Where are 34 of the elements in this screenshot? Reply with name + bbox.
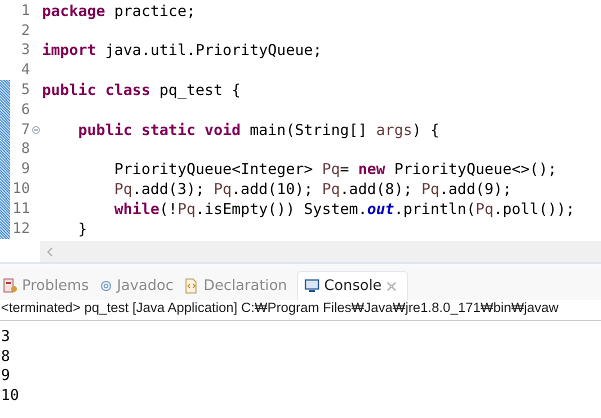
code-line: package practice;: [42, 2, 196, 20]
close-icon[interactable]: [386, 280, 397, 292]
console-output-line: 8: [0, 346, 12, 366]
line-number: 11: [12, 200, 30, 217]
view-tab[interactable]: Problems: [0, 272, 97, 300]
line-number: 7: [20, 122, 30, 138]
fold-icon[interactable]: [32, 126, 40, 134]
line-number: 10: [12, 181, 30, 198]
console-output-line: 3: [0, 327, 12, 346]
code-line: public class pq_test {: [42, 81, 241, 100]
problems-icon: [2, 278, 18, 294]
line-number: 1: [20, 2, 30, 19]
view-tab[interactable]: Console: [297, 271, 408, 300]
line-number: 3: [20, 42, 30, 58]
horizontal-scrollbar[interactable]: [40, 241, 601, 262]
view-tab[interactable]: Declaration: [182, 272, 296, 300]
code-line: while(!Pq.isEmpty()) System.out.println(Pq.poll());: [113, 200, 575, 218]
code-line: import java.util.PriorityQueue;: [42, 41, 322, 60]
console-output-line: 9: [0, 366, 12, 386]
line-number: 5: [20, 82, 30, 98]
line-number: 9: [20, 161, 30, 178]
view-tab[interactable]: Javadoc: [96, 272, 182, 300]
code-line: public static void main(String[] args) {: [77, 120, 440, 139]
console-output-line: 10: [0, 386, 20, 405]
console-status: <terminated> pq_test [Java Application] C:₩Program Files₩Java₩jre1.8.0_171₩bin₩javaw: [0, 300, 601, 321]
code-line: }: [77, 220, 88, 238]
line-number: 2: [20, 22, 30, 39]
line-number: 4: [20, 62, 30, 78]
code-line: PriorityQueue<Integer> Pq= new PriorityQueue<>();: [113, 160, 557, 178]
line-number: 12: [12, 220, 30, 237]
code-line: Pq.add(3); Pq.add(10); Pq.add(8); Pq.add(9);: [113, 180, 512, 198]
monitor-icon: [304, 278, 320, 294]
line-number: 6: [20, 102, 30, 118]
line-number: 8: [20, 141, 30, 158]
